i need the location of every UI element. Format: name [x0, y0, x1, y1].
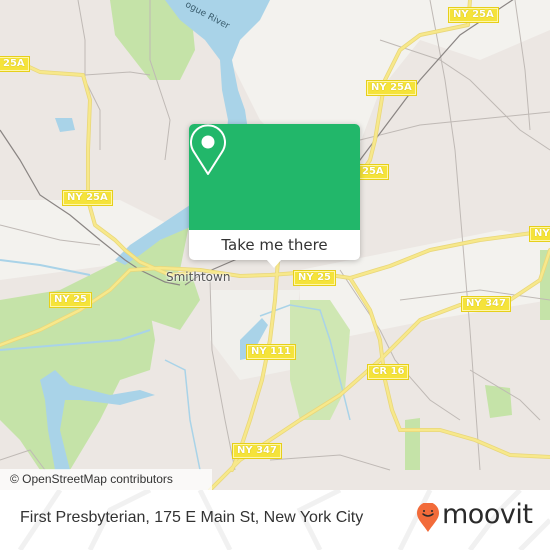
take-me-there-button[interactable]: Take me there — [189, 230, 360, 260]
stream — [164, 359, 201, 471]
road-shield: NY 25 — [293, 270, 337, 286]
popup-pointer — [266, 259, 282, 268]
moovit-wordmark: moovit — [442, 499, 533, 530]
road-shield: NY 25 — [529, 226, 550, 242]
road-ny347-east — [398, 428, 550, 459]
moovit-pin-icon — [417, 503, 439, 532]
road-shield: NY 347 — [232, 443, 282, 459]
road-shield: 25A — [0, 56, 30, 72]
pond — [55, 118, 75, 132]
road-shield: NY 25A — [62, 190, 113, 206]
footer-bar: First Presbyterian, 175 E Main St, New Y… — [0, 490, 550, 550]
road-shield: 25A — [357, 164, 389, 180]
map-pin-icon — [190, 124, 226, 175]
place-label-smithtown: Smithtown — [166, 270, 231, 284]
road-shield: NY 111 — [246, 344, 296, 360]
road-shield: NY 25A — [366, 80, 417, 96]
map-view[interactable]: ogue River Smithtown 25A NY 25A NY 25A 2… — [0, 0, 550, 490]
park-area — [405, 418, 420, 470]
minor-road — [359, 111, 550, 141]
road-shield: NY 25 — [49, 292, 93, 308]
park-area — [290, 300, 350, 420]
road-shield: NY 25A — [448, 7, 499, 23]
park-area — [485, 385, 512, 418]
location-address: First Presbyterian, 175 E Main St, New Y… — [20, 509, 364, 526]
road-shield: CR 16 — [367, 364, 410, 380]
road-shield: NY 347 — [461, 296, 511, 312]
popup-header — [189, 124, 360, 230]
map-attribution: © OpenStreetMap contributors — [0, 469, 212, 490]
location-popup: Take me there — [189, 124, 360, 268]
minor-road — [269, 454, 391, 471]
minor-road — [84, 71, 151, 76]
